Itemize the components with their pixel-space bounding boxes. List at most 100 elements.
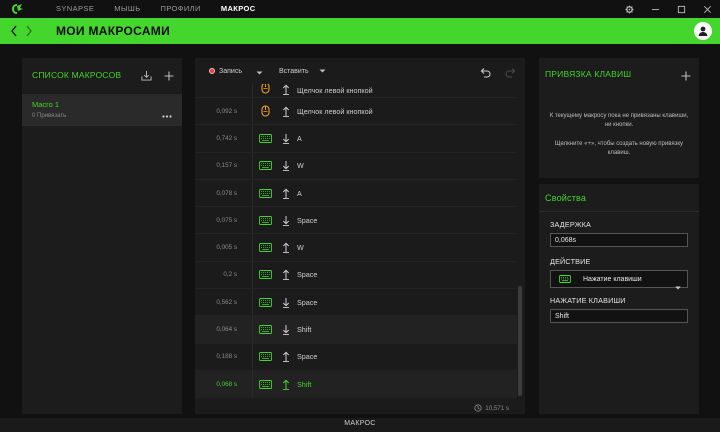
key-up-arrow-icon xyxy=(282,105,290,117)
column-divider xyxy=(252,84,253,97)
keyboard-icon xyxy=(258,213,272,227)
key-down-arrow-icon xyxy=(282,214,290,226)
event-delay: 0,092 s xyxy=(216,107,237,115)
event-delay: 0,2 s xyxy=(223,271,237,279)
razer-synapse-window: SYNAPSE МЫШЬ ПРОФИЛИ МАКРОС МОИ МАКРОСАМ… xyxy=(0,0,720,432)
create-binding-hint: Щелкните «+», чтобы создать новую привяз… xyxy=(554,141,684,156)
properties-title: Свойства xyxy=(545,192,587,203)
key-binding-title: ПРИВЯЗКА КЛАВИШ xyxy=(545,69,632,79)
event-delay: 0,078 s xyxy=(216,189,237,197)
record-options-chevron-down-icon[interactable] xyxy=(256,62,263,80)
event-label: Щелчок левой кнопкой xyxy=(297,86,373,95)
total-duration-value: 10,571 s xyxy=(485,404,509,412)
keyboard-icon xyxy=(258,377,272,391)
macro-editor-panel: Запись Вставить Щелчок левой кнопкой 0,09… xyxy=(195,58,525,414)
key-up-arrow-icon xyxy=(282,242,290,254)
undo-icon[interactable] xyxy=(479,65,491,83)
insert-chevron-down-icon xyxy=(319,69,326,73)
insert-label: Вставить xyxy=(278,67,309,75)
more-options-icon[interactable] xyxy=(162,105,172,123)
keyboard-icon xyxy=(258,186,272,200)
event-label: Space xyxy=(297,270,318,280)
column-divider xyxy=(252,261,253,289)
delay-label: ЗАДЕРЖКА xyxy=(550,220,591,229)
macro-event-row[interactable]: 0,075 s Space xyxy=(195,207,517,235)
page-header: МОИ МАКРОСАМИ xyxy=(0,18,720,44)
footer-bar: МАКРОС xyxy=(0,418,720,432)
razer-logo-icon[interactable] xyxy=(0,0,34,18)
event-delay: 0,005 s xyxy=(216,244,237,252)
key-up-arrow-icon xyxy=(282,269,290,281)
add-binding-plus-icon[interactable] xyxy=(681,68,691,86)
column-divider xyxy=(252,234,253,261)
tab-macro[interactable]: МАКРОС xyxy=(221,0,256,18)
close-icon[interactable] xyxy=(694,0,720,18)
event-delay: 0,188 s xyxy=(216,353,237,361)
tab-synapse[interactable]: SYNAPSE xyxy=(56,0,94,18)
insert-button[interactable]: Вставить xyxy=(279,68,326,75)
settings-gear-icon[interactable] xyxy=(616,0,642,18)
macro-event-row[interactable]: 0,2 s Space xyxy=(195,261,517,290)
event-delay: 0,562 s xyxy=(216,298,237,306)
tab-mouse[interactable]: МЫШЬ xyxy=(114,0,140,18)
mouse-icon xyxy=(258,104,272,118)
keyboard-icon xyxy=(258,268,272,282)
total-duration: 10,571 s xyxy=(474,404,509,412)
keyboard-icon xyxy=(258,323,272,337)
macro-event-row[interactable]: 0,092 s Щелчок левой кнопкой xyxy=(195,98,517,126)
record-button[interactable]: Запись xyxy=(209,68,242,75)
forward-chevron-icon[interactable] xyxy=(21,18,36,44)
event-delay: 0,157 s xyxy=(216,162,237,170)
column-divider xyxy=(252,179,253,207)
keyboard-icon xyxy=(258,350,272,364)
action-dropdown[interactable]: Нажатие клавиши xyxy=(550,270,688,290)
keypress-input[interactable]: Shift xyxy=(550,309,688,323)
maximize-icon[interactable] xyxy=(668,0,694,18)
add-macro-plus-icon[interactable] xyxy=(164,68,174,86)
column-divider xyxy=(252,125,253,152)
record-label: Запись xyxy=(219,67,242,75)
key-up-arrow-icon xyxy=(282,84,290,95)
macro-event-row[interactable]: 0,078 s A xyxy=(195,179,517,208)
import-icon[interactable] xyxy=(141,68,152,86)
key-down-arrow-icon xyxy=(282,296,290,308)
macro-event-row[interactable]: 0,742 s A xyxy=(195,125,517,153)
column-divider xyxy=(252,98,253,125)
key-down-arrow-icon xyxy=(282,132,290,144)
keyboard-icon xyxy=(258,295,272,309)
minimize-icon[interactable] xyxy=(642,0,668,18)
column-divider xyxy=(252,152,253,179)
action-value: Нажатие клавиши xyxy=(583,275,642,283)
events-scrollbar[interactable] xyxy=(518,286,522,396)
keyboard-icon xyxy=(258,241,272,255)
event-label: A xyxy=(297,133,302,143)
event-label: Space xyxy=(297,215,318,225)
user-avatar-icon[interactable] xyxy=(694,22,712,40)
properties-panel: Свойства ЗАДЕРЖКА 0,068s ДЕЙСТВИЕ Нажати… xyxy=(539,184,699,414)
macro-event-row[interactable]: 0,562 s Space xyxy=(195,289,517,317)
event-label: Shift xyxy=(297,379,312,389)
macro-list-item[interactable]: Macro 1 0 Привязать xyxy=(22,94,182,126)
key-down-arrow-icon xyxy=(282,160,290,172)
delay-input[interactable]: 0,068s xyxy=(550,233,688,247)
redo-icon[interactable] xyxy=(505,65,517,83)
column-divider xyxy=(252,370,253,398)
top-navigation: SYNAPSE МЫШЬ ПРОФИЛИ МАКРОС xyxy=(34,0,276,18)
event-label: Shift xyxy=(297,325,312,335)
title-bar: SYNAPSE МЫШЬ ПРОФИЛИ МАКРОС xyxy=(0,0,720,18)
macro-event-row[interactable]: 0,064 s Shift xyxy=(195,316,517,344)
event-delay: 0,068 s xyxy=(216,380,237,388)
properties-header: Свойства xyxy=(539,184,699,212)
tab-profiles[interactable]: ПРОФИЛИ xyxy=(161,0,201,18)
macro-event-row[interactable]: 0,157 s W xyxy=(195,152,517,180)
macro-list-title: СПИСОК МАКРОСОВ xyxy=(32,70,122,80)
macro-event-row[interactable]: 0,188 s Space xyxy=(195,343,517,371)
back-chevron-icon[interactable] xyxy=(6,18,21,44)
editor-toolbar: Запись Вставить xyxy=(195,58,525,84)
window-controls xyxy=(616,0,720,18)
macro-event-row[interactable]: 0,068 s Shift xyxy=(195,370,517,399)
key-up-arrow-icon xyxy=(282,378,290,390)
macro-event-row[interactable]: 0,005 s W xyxy=(195,234,517,262)
macro-event-row[interactable]: Щелчок левой кнопкой xyxy=(195,84,517,98)
event-delay: 0,064 s xyxy=(216,326,237,334)
